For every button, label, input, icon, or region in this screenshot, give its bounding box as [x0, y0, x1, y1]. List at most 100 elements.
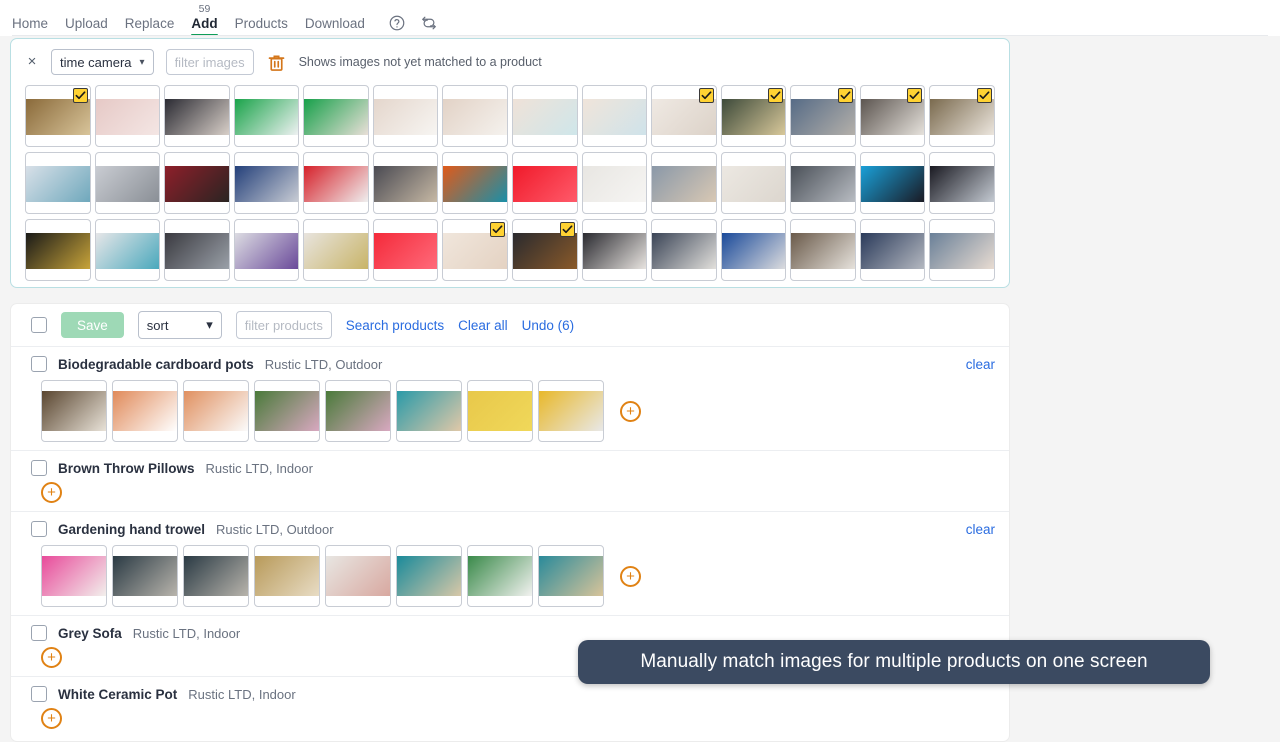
image-thumbnail[interactable]: [164, 85, 230, 147]
product-clear-link[interactable]: clear: [966, 522, 995, 537]
image-thumbnail[interactable]: [651, 85, 717, 147]
checkmark-icon[interactable]: [489, 222, 505, 237]
image-thumbnail[interactable]: [372, 85, 439, 147]
product-image-thumbnail[interactable]: [254, 380, 320, 442]
checkmark-icon[interactable]: [837, 88, 853, 103]
product-image-thumbnail[interactable]: [112, 380, 178, 442]
image-thumbnail[interactable]: [720, 85, 787, 147]
image-thumbnail[interactable]: [303, 85, 369, 147]
filter-products-input[interactable]: [235, 311, 332, 339]
help-circle-icon[interactable]: [388, 14, 406, 32]
image-thumbnail[interactable]: [720, 152, 787, 214]
product-image-thumbnail[interactable]: [467, 380, 533, 442]
image-thumbnail[interactable]: [790, 85, 856, 147]
nav-item-add[interactable]: 59 Add: [191, 3, 218, 36]
refresh-sync-icon[interactable]: [420, 14, 438, 32]
thumbnail-image: [652, 233, 716, 269]
image-thumbnail[interactable]: [859, 152, 926, 214]
image-thumbnail[interactable]: [651, 152, 717, 214]
image-thumbnail[interactable]: [511, 219, 578, 281]
image-thumbnail[interactable]: [94, 85, 161, 147]
product-image-thumbnail[interactable]: [112, 545, 178, 607]
product-select-checkbox[interactable]: [31, 356, 47, 372]
product-image-thumbnail[interactable]: [254, 545, 320, 607]
image-thumbnail[interactable]: [94, 219, 161, 281]
product-image-thumbnail[interactable]: [538, 545, 604, 607]
product-image-thumbnail[interactable]: [325, 545, 391, 607]
checkmark-icon[interactable]: [768, 88, 784, 103]
nav-item-download[interactable]: Download: [305, 16, 365, 36]
product-select-checkbox[interactable]: [31, 521, 47, 537]
image-thumbnail[interactable]: [929, 85, 995, 147]
image-thumbnail[interactable]: [372, 152, 439, 214]
clear-all-link[interactable]: Clear all: [458, 318, 508, 333]
image-thumbnail[interactable]: [25, 219, 91, 281]
undo-link[interactable]: Undo (6): [522, 318, 575, 333]
thumbnail-image: [95, 166, 160, 202]
image-thumbnail[interactable]: [25, 152, 91, 214]
image-thumbnail[interactable]: [442, 152, 508, 214]
image-thumbnail[interactable]: [233, 219, 300, 281]
product-image-thumbnail[interactable]: [183, 545, 249, 607]
checkmark-icon[interactable]: [559, 222, 575, 237]
image-thumbnail[interactable]: [581, 152, 648, 214]
image-thumbnail[interactable]: [25, 85, 91, 147]
save-button[interactable]: Save: [61, 312, 124, 338]
nav-item-upload[interactable]: Upload: [65, 16, 108, 36]
product-image-thumbnail[interactable]: [325, 380, 391, 442]
image-thumbnail[interactable]: [442, 85, 508, 147]
sort-select[interactable]: sort ▾: [137, 311, 222, 339]
close-icon[interactable]: ×: [25, 54, 39, 69]
product-image-thumbnail[interactable]: [467, 545, 533, 607]
image-thumbnail[interactable]: [164, 219, 230, 281]
trash-icon[interactable]: [266, 52, 287, 73]
checkmark-icon[interactable]: [907, 88, 923, 103]
checkmark-icon[interactable]: [72, 88, 88, 103]
product-select-checkbox[interactable]: [31, 625, 47, 641]
image-thumbnail[interactable]: [929, 219, 995, 281]
product-image-thumbnail[interactable]: [396, 380, 462, 442]
image-thumbnail[interactable]: [303, 152, 369, 214]
nav-item-products[interactable]: Products: [235, 16, 288, 36]
image-thumbnail[interactable]: [233, 85, 300, 147]
image-thumbnail[interactable]: [303, 219, 369, 281]
product-image-thumbnail[interactable]: [41, 545, 107, 607]
image-thumbnail[interactable]: [164, 152, 230, 214]
product-select-checkbox[interactable]: [31, 460, 47, 476]
image-thumbnail[interactable]: [511, 85, 578, 147]
checkmark-icon[interactable]: [698, 88, 714, 103]
image-thumbnail[interactable]: [720, 219, 787, 281]
product-image-thumbnail[interactable]: [41, 380, 107, 442]
product-image-thumbnail[interactable]: [183, 380, 249, 442]
thumbnail-image: [539, 391, 603, 431]
select-all-products-checkbox[interactable]: [31, 317, 47, 333]
add-image-button[interactable]: +: [41, 482, 62, 503]
filter-images-input[interactable]: [165, 49, 254, 75]
image-source-select[interactable]: time camera ▾: [51, 49, 154, 75]
add-image-button[interactable]: +: [620, 565, 641, 587]
image-thumbnail[interactable]: [442, 219, 508, 281]
checkmark-icon[interactable]: [976, 88, 992, 103]
image-thumbnail[interactable]: [929, 152, 995, 214]
image-thumbnail[interactable]: [859, 85, 926, 147]
image-thumbnail[interactable]: [94, 152, 161, 214]
image-thumbnail[interactable]: [790, 152, 856, 214]
image-thumbnail[interactable]: [511, 152, 578, 214]
nav-item-replace[interactable]: Replace: [125, 16, 175, 36]
image-thumbnail[interactable]: [581, 219, 648, 281]
nav-item-home[interactable]: Home: [12, 16, 48, 36]
search-products-link[interactable]: Search products: [346, 318, 444, 333]
image-thumbnail[interactable]: [651, 219, 717, 281]
product-image-thumbnail[interactable]: [538, 380, 604, 442]
image-thumbnail[interactable]: [859, 219, 926, 281]
image-thumbnail[interactable]: [233, 152, 300, 214]
image-thumbnail[interactable]: [790, 219, 856, 281]
product-select-checkbox[interactable]: [31, 686, 47, 702]
image-thumbnail[interactable]: [372, 219, 439, 281]
image-thumbnail[interactable]: [581, 85, 648, 147]
add-image-button[interactable]: +: [620, 400, 641, 422]
product-image-thumbnail[interactable]: [396, 545, 462, 607]
add-image-button[interactable]: +: [41, 708, 62, 729]
product-clear-link[interactable]: clear: [966, 357, 995, 372]
add-image-button[interactable]: +: [41, 647, 62, 668]
